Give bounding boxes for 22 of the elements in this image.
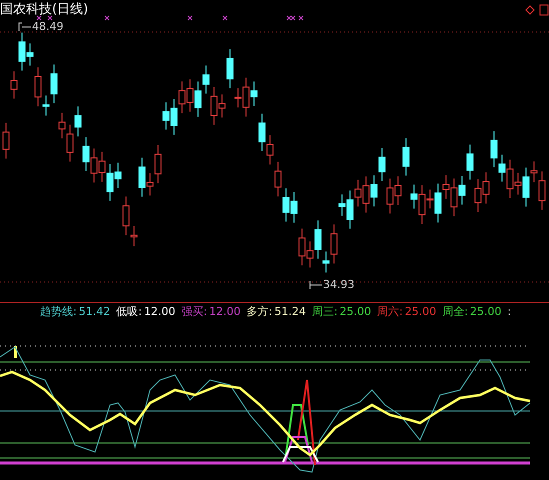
legend-value: 12.00 [144,304,176,320]
legend-label: 趋势线: [40,304,77,320]
leader-line [18,22,32,32]
legend-label: 低吸: [116,304,142,320]
legend-label: 周全: [442,304,468,320]
legend-value: 51.24 [274,304,306,320]
low-price-label: 34.93 [323,279,354,290]
legend-label: : [508,304,512,320]
diamond-icon[interactable] [525,5,535,15]
chart-title: 国农科技(日线) [0,3,88,16]
legend-value: 25.00 [470,304,502,320]
legend-value: 25.00 [340,304,372,320]
leader-line [309,280,323,290]
legend-label: 周三: [312,304,338,320]
square-icon[interactable] [539,4,549,16]
legend-value: 51.42 [78,304,110,320]
legend-value: 12.00 [209,304,241,320]
legend-label: 强买: [181,304,208,320]
high-price-label: 48.49 [32,21,64,32]
legend-label: 周六: [377,304,403,320]
legend-value: 25.00 [404,304,436,320]
legend-label: 多方: [246,304,272,320]
